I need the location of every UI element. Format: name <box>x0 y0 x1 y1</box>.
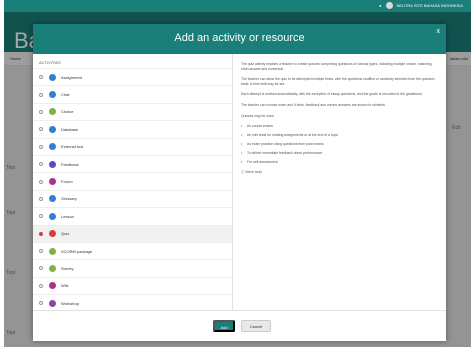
notification-icon[interactable]: ● <box>379 3 381 8</box>
description-paragraph: Quizzes may be used <box>241 113 274 118</box>
more-help-label: More help <box>245 170 262 175</box>
activity-list: Assignment Chat Choice Database External too… <box>33 68 232 310</box>
activity-assignment-icon <box>49 73 56 81</box>
list-item: As mini tests for reading assignments or… <box>241 133 437 137</box>
radio-button[interactable] <box>39 144 43 149</box>
activity-label: Quiz <box>61 231 70 237</box>
description-paragraph: The teacher can choose when and if hints… <box>241 102 386 107</box>
radio-button[interactable] <box>39 266 43 271</box>
activity-label: Survey <box>61 265 74 271</box>
description-paragraph: Each attempt is marked automatically, wi… <box>241 92 423 97</box>
list-item: For self-assessment <box>241 160 437 164</box>
activity-option-scorm-package[interactable]: SCORM package <box>33 241 232 259</box>
activity-label: Lesson <box>61 213 74 219</box>
activity-option-forum[interactable]: Forum <box>33 172 232 189</box>
activity-option-choice[interactable]: Choice <box>33 102 232 120</box>
radio-button[interactable] <box>39 231 43 236</box>
radio-button[interactable] <box>39 196 43 201</box>
activity-feedback-icon <box>49 160 56 168</box>
activity-label: Workshop <box>61 300 79 306</box>
activity-label: SCORM package <box>61 248 93 254</box>
top-navbar: ● NEUTRA SITE BAHASA INDONESIA <box>4 0 471 12</box>
radio-button[interactable] <box>39 127 43 132</box>
activity-external-tool-icon <box>49 143 56 151</box>
description-paragraph: The quiz activity enables a teacher to c… <box>241 62 433 71</box>
activity-list-panel: ACTIVITIES Assignment Chat Choice Database E… <box>33 54 233 310</box>
description-paragraph: The teacher can allow the quiz to be att… <box>241 77 435 86</box>
activity-label: Forum <box>61 179 73 185</box>
list-item: As course exams <box>241 124 437 128</box>
activity-option-feedback[interactable]: Feedback <box>33 154 232 172</box>
activity-option-assignment[interactable]: Assignment <box>33 68 232 85</box>
avatar[interactable] <box>385 2 393 9</box>
activities-heading: ACTIVITIES <box>39 60 61 65</box>
activity-label: Wiki <box>61 283 69 289</box>
activity-lesson-icon <box>49 212 56 220</box>
list-item: As exam practice using questions from pa… <box>241 142 437 146</box>
activity-label: External tool <box>61 144 84 150</box>
quiz-uses-list: As course exams As mini tests for readin… <box>241 124 437 164</box>
user-name[interactable]: NEUTRA SITE BAHASA INDONESIA <box>397 3 463 8</box>
activity-workshop-icon <box>49 299 56 307</box>
activity-database-icon <box>49 125 56 133</box>
dialog-header: Add an activity or resource x <box>33 24 446 54</box>
activity-survey-icon <box>49 264 56 272</box>
radio-button[interactable] <box>39 214 43 219</box>
activity-description: The quiz activity enables a teacher to c… <box>241 62 437 308</box>
radio-button[interactable] <box>39 92 43 97</box>
user-menu[interactable]: ● NEUTRA SITE BAHASA INDONESIA <box>379 2 463 9</box>
activity-option-lesson[interactable]: Lesson <box>33 207 232 224</box>
activity-label: Feedback <box>61 161 79 167</box>
activity-option-survey[interactable]: Survey <box>33 259 232 276</box>
cancel-button[interactable]: Cancel <box>241 320 271 332</box>
activity-forum-icon <box>49 178 56 186</box>
activity-label: Glossary <box>61 196 77 202</box>
activity-wiki-icon <box>49 282 56 290</box>
activity-option-external-tool[interactable]: External tool <box>33 137 232 155</box>
activity-option-chat[interactable]: Chat <box>33 85 232 102</box>
radio-button[interactable] <box>39 283 43 288</box>
close-icon[interactable]: x <box>437 28 441 35</box>
activity-label: Assignment <box>61 74 82 80</box>
radio-button[interactable] <box>39 179 43 184</box>
radio-button[interactable] <box>39 301 43 306</box>
radio-button[interactable] <box>39 249 43 254</box>
dialog-title: Add an activity or resource <box>174 32 305 44</box>
dialog-footer: Add Cancel <box>33 310 446 341</box>
help-icon: ⓘ <box>241 170 245 175</box>
activity-option-database[interactable]: Database <box>33 120 232 137</box>
radio-button[interactable] <box>39 109 43 114</box>
activity-quiz-icon <box>49 230 56 238</box>
activity-option-wiki[interactable]: Wiki <box>33 276 232 294</box>
activity-label: Chat <box>61 92 70 98</box>
activity-option-workshop[interactable]: Workshop <box>33 294 232 310</box>
activity-glossary-icon <box>49 195 56 203</box>
radio-button[interactable] <box>39 75 43 80</box>
activity-label: Choice <box>61 109 74 115</box>
activity-option-glossary[interactable]: Glossary <box>33 189 232 207</box>
activity-scorm-package-icon <box>49 247 56 255</box>
list-item: To deliver immediate feedback about perf… <box>241 151 437 155</box>
activity-choice-icon <box>49 108 56 116</box>
add-button[interactable]: Add <box>213 320 235 332</box>
activity-chooser-dialog: Add an activity or resource x ACTIVITIES… <box>33 24 446 341</box>
activity-chat-icon <box>49 91 56 99</box>
activity-label: Database <box>61 126 79 132</box>
radio-button[interactable] <box>39 162 43 167</box>
activity-option-quiz[interactable]: Quiz <box>33 224 232 242</box>
more-help-link[interactable]: ⓘ More help <box>241 170 437 175</box>
